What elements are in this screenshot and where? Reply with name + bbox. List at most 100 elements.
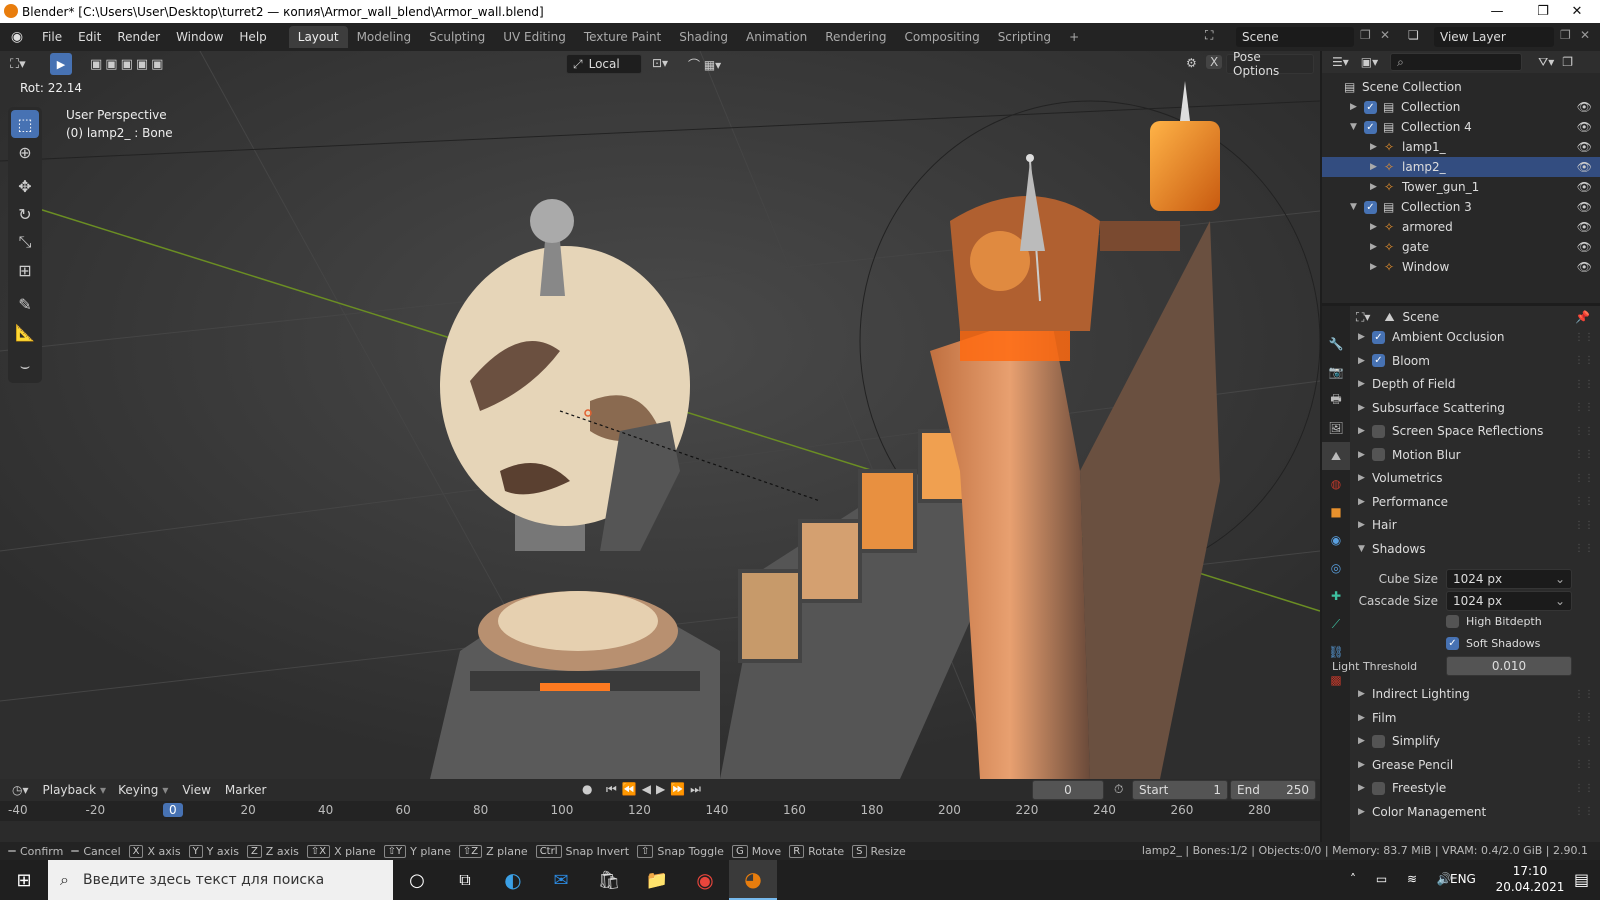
bone-tab-icon[interactable]: ⟋ xyxy=(1322,610,1350,638)
selection-modes-icon[interactable]: ▣▣▣▣▣ xyxy=(90,57,166,72)
outliner-row[interactable]: ▶ ✧ gate 👁 xyxy=(1322,237,1600,257)
select-box-icon[interactable]: ⬚ xyxy=(11,110,39,138)
edge-icon[interactable]: ◐ xyxy=(489,868,537,892)
expand-arrow-icon[interactable]: ▶ xyxy=(1370,162,1384,172)
checkbox-box[interactable] xyxy=(1372,734,1385,748)
clock-time[interactable]: 17:10 xyxy=(1500,864,1560,878)
panel-indirect-lighting[interactable]: ▶ Indirect Lighting ⋮⋮ xyxy=(1358,683,1600,705)
snap-icon[interactable]: ⌒ ▦▾ xyxy=(688,56,721,73)
drag-handle-icon[interactable]: ⋮⋮ xyxy=(1574,379,1594,390)
panel-freestyle[interactable]: ▶ Freestyle ⋮⋮ xyxy=(1358,777,1600,799)
new-scene-icon[interactable]: ❐ xyxy=(1360,28,1371,42)
clock-date[interactable]: 20.04.2021 xyxy=(1490,880,1570,894)
scene-icon[interactable]: ⛶ xyxy=(1205,28,1213,43)
checkbox-box[interactable] xyxy=(1372,424,1385,438)
render-tab-icon[interactable]: 📷 xyxy=(1322,358,1350,386)
panel-volumetrics[interactable]: ▶ Volumetrics ⋮⋮ xyxy=(1358,467,1600,489)
outliner-row[interactable]: ▼ ✓ ▤ Collection 3 👁 xyxy=(1322,197,1600,217)
remove-view-layer-icon[interactable]: ✕ xyxy=(1580,28,1590,42)
view-layer-tab-icon[interactable]: 🖼 xyxy=(1322,414,1350,442)
store-icon[interactable]: 🛍 xyxy=(585,870,633,891)
checkmark-icon[interactable]: ✓ xyxy=(1372,354,1385,367)
blender-taskbar-icon[interactable]: ◕ xyxy=(729,860,777,900)
current-frame-input[interactable]: 0 xyxy=(1032,780,1104,800)
pose-options-dropdown[interactable]: Pose Options xyxy=(1226,51,1314,78)
minimize-button[interactable]: — xyxy=(1474,0,1520,23)
world-tab-icon[interactable]: ◍ xyxy=(1322,470,1350,498)
drag-handle-icon[interactable]: ⋮⋮ xyxy=(1574,332,1594,343)
checkmark-icon[interactable]: ✓ xyxy=(1364,200,1377,214)
outliner-row[interactable]: ▤ Scene Collection xyxy=(1322,77,1600,97)
move-icon[interactable]: ✥ xyxy=(11,172,39,200)
soft-shadows-checkbox[interactable]: ✓ Soft Shadows xyxy=(1446,637,1540,650)
pivot-point-icon[interactable]: ⊡▾ xyxy=(652,56,668,70)
outliner-row[interactable]: ▼ ✓ ▤ Collection 4 👁 xyxy=(1322,117,1600,137)
menu-window[interactable]: Window xyxy=(168,30,231,44)
expand-arrow-icon[interactable]: ▶ xyxy=(1370,262,1384,272)
drag-handle-icon[interactable]: ⋮⋮ xyxy=(1574,355,1594,366)
bone-roll-icon[interactable]: ⌣ xyxy=(11,352,39,380)
drag-handle-icon[interactable]: ⋮⋮ xyxy=(1574,473,1594,484)
menu-edit[interactable]: Edit xyxy=(70,30,109,44)
new-collection-icon[interactable]: ❐ xyxy=(1562,55,1573,69)
visibility-eye-icon[interactable]: 👁 xyxy=(1577,240,1592,254)
new-view-layer-icon[interactable]: ❐ xyxy=(1560,28,1571,42)
display-mode-icon[interactable]: ▣▾ xyxy=(1361,55,1378,69)
blender-menu-icon[interactable]: ◉ xyxy=(0,29,34,45)
visibility-eye-icon[interactable]: 👁 xyxy=(1577,220,1592,234)
scene-selector[interactable]: Scene xyxy=(1236,27,1354,47)
scale-icon[interactable]: ⤡ xyxy=(11,228,39,256)
drag-handle-icon[interactable]: ⋮⋮ xyxy=(1574,736,1594,747)
frame-ruler[interactable]: -40 -20 0 20 40 60 80 100 120 140 160 180 200 220 240 2… xyxy=(0,801,1320,821)
taskbar-search-box[interactable]: ⌕ Введите здесь текст для поиска xyxy=(48,860,393,900)
file-explorer-icon[interactable]: 📁 xyxy=(633,870,681,891)
visibility-eye-icon[interactable]: 👁 xyxy=(1577,120,1592,134)
outliner-row[interactable]: ▶ ✧ armored 👁 xyxy=(1322,217,1600,237)
visibility-eye-icon[interactable]: 👁 xyxy=(1577,160,1592,174)
select-mode-icon[interactable]: ▶ xyxy=(50,53,72,75)
remove-scene-icon[interactable]: ✕ xyxy=(1380,28,1390,42)
transform-orientation-select[interactable]: ⤢ Local xyxy=(566,54,642,74)
timeline-editor-icon[interactable]: ◷▾ xyxy=(12,783,29,797)
tray-icons[interactable]: ˄ ▭ ≋ 🔊 xyxy=(1350,872,1460,886)
expand-arrow-icon[interactable]: ▶ xyxy=(1370,142,1384,152)
outliner-row[interactable]: ▶ ✧ lamp1_ 👁 xyxy=(1322,137,1600,157)
record-icon[interactable]: ● xyxy=(582,782,592,796)
drag-handle-icon[interactable]: ⋮⋮ xyxy=(1574,783,1594,794)
timeline-track[interactable] xyxy=(0,821,1320,842)
outliner-search-input[interactable]: ⌕ xyxy=(1390,53,1523,71)
tab-uv-editing[interactable]: UV Editing xyxy=(494,26,575,48)
annotate-icon[interactable]: ✎ xyxy=(11,290,39,318)
drag-handle-icon[interactable]: ⋮⋮ xyxy=(1574,426,1594,437)
expand-arrow-icon[interactable]: ▶ xyxy=(1370,242,1384,252)
pin-icon[interactable]: 📌 xyxy=(1575,310,1590,324)
end-frame-input[interactable]: End 250 xyxy=(1230,780,1316,800)
notifications-icon[interactable]: ▤ xyxy=(1574,870,1589,889)
tab-animation[interactable]: Animation xyxy=(737,26,816,48)
outliner-row[interactable]: ▶ ✓ ▤ Collection 👁 xyxy=(1322,97,1600,117)
checkmark-icon[interactable]: ✓ xyxy=(1364,100,1377,114)
visibility-eye-icon[interactable]: 👁 xyxy=(1577,260,1592,274)
panel-screen-space-reflections[interactable]: ▶ Screen Space Reflections ⋮⋮ xyxy=(1358,420,1600,442)
drag-handle-icon[interactable]: ⋮⋮ xyxy=(1574,759,1594,770)
viewport-close-button[interactable]: X xyxy=(1206,55,1223,69)
expand-arrow-icon[interactable]: ▶ xyxy=(1370,222,1384,232)
menu-help[interactable]: Help xyxy=(231,30,274,44)
gizmo-icon[interactable]: ⚙ xyxy=(1186,56,1197,70)
panel-shadows[interactable]: ▼ Shadows ⋮⋮ xyxy=(1358,538,1600,560)
physics-tab-icon[interactable]: ◎ xyxy=(1322,554,1350,582)
tab-shading[interactable]: Shading xyxy=(670,26,737,48)
filter-icon[interactable]: ⛛▾ xyxy=(1538,55,1554,70)
view-layer-icon[interactable]: ❏ xyxy=(1408,28,1419,42)
close-window-button[interactable]: ✕ xyxy=(1554,0,1600,23)
tab-compositing[interactable]: Compositing xyxy=(895,26,988,48)
3d-viewport[interactable]: ⛶▾ ▶ ▣▣▣▣▣ ⤢ Local ⊡▾ ⌒ ▦▾ ⚙ X Pose Opti… xyxy=(0,51,1320,779)
panel-hair[interactable]: ▶ Hair ⋮⋮ xyxy=(1358,514,1600,536)
panel-motion-blur[interactable]: ▶ Motion Blur ⋮⋮ xyxy=(1358,444,1600,466)
tab-scripting[interactable]: Scripting xyxy=(989,26,1060,48)
checkbox-box[interactable] xyxy=(1372,781,1385,795)
visibility-eye-icon[interactable]: 👁 xyxy=(1577,200,1592,214)
start-frame-input[interactable]: Start 1 xyxy=(1132,780,1228,800)
tool-tab-icon[interactable]: 🔧 xyxy=(1322,330,1350,358)
expand-arrow-icon[interactable]: ▼ xyxy=(1350,122,1364,132)
